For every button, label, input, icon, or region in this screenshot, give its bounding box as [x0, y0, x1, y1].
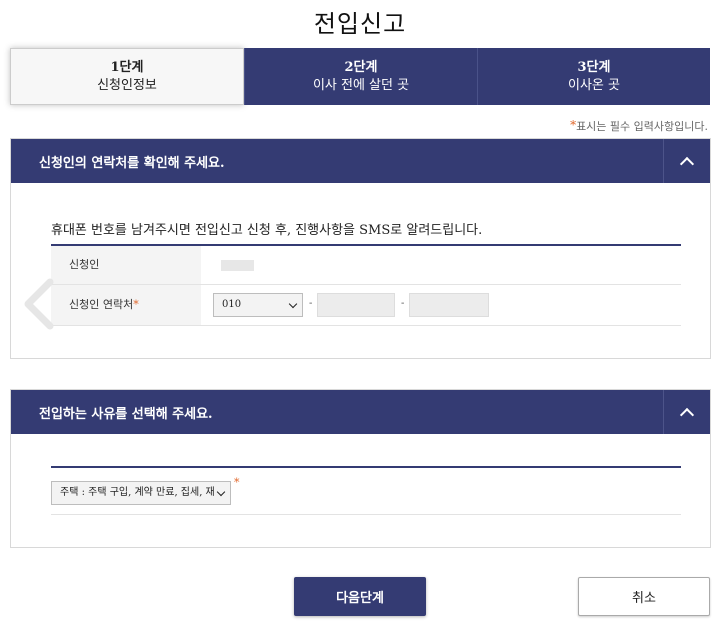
step-3[interactable]: 3단계 이사온 곳 [477, 48, 710, 105]
phone-prefix-select[interactable]: 010 [213, 293, 303, 317]
contact-row: 신청인 연락처* 010 - - [51, 285, 681, 326]
section-divider [51, 466, 681, 468]
row-divider [51, 514, 681, 515]
reason-panel: 전입하는 사유를 선택해 주세요. 주택 : 주택 구입, 계약 만료, 집세,… [10, 389, 711, 548]
step-3-label: 이사온 곳 [568, 77, 620, 93]
required-note-text: 표시는 필수 입력사항입니다. [576, 120, 708, 133]
phone-prefix-value: 010 [222, 299, 242, 310]
phone-middle-input[interactable] [317, 293, 395, 317]
contact-panel-title: 신청인의 연락처를 확인해 주세요. [39, 155, 225, 171]
phone-separator: - [401, 298, 405, 309]
step-1-number: 1단계 [110, 59, 144, 75]
reason-panel-title: 전입하는 사유를 선택해 주세요. [39, 406, 213, 422]
chevron-down-icon [288, 299, 298, 309]
required-star: * [234, 476, 240, 489]
back-arrow-icon[interactable] [20, 278, 60, 330]
required-star: * [133, 298, 139, 311]
collapse-toggle-button[interactable] [663, 139, 710, 183]
contact-label: 신청인 연락처* [51, 285, 201, 325]
page-title: 전입신고 [313, 10, 407, 38]
phone-last-input[interactable] [409, 293, 489, 317]
collapse-toggle-button[interactable] [663, 390, 710, 434]
chevron-up-icon [679, 407, 695, 422]
step-2-label: 이사 전에 살던 곳 [312, 77, 410, 93]
step-indicator: 1단계 신청인정보 2단계 이사 전에 살던 곳 3단계 이사온 곳 [10, 48, 710, 105]
step-1[interactable]: 1단계 신청인정보 [10, 48, 244, 105]
next-step-button[interactable]: 다음단계 [294, 577, 426, 616]
chevron-down-icon [216, 487, 226, 497]
step-2[interactable]: 2단계 이사 전에 살던 곳 [244, 48, 477, 105]
required-note: *표시는 필수 입력사항입니다. [570, 118, 708, 134]
contact-panel-header: 신청인의 연락처를 확인해 주세요. [11, 139, 710, 183]
cancel-button[interactable]: 취소 [578, 577, 710, 616]
sms-info-text: 휴대폰 번호를 남겨주시면 전입신고 신청 후, 진행사항을 SMS로 알려드립… [51, 223, 483, 238]
contact-panel: 신청인의 연락처를 확인해 주세요. 휴대폰 번호를 남겨주시면 전입신고 신청… [10, 138, 711, 359]
step-2-number: 2단계 [344, 59, 378, 75]
reason-panel-header: 전입하는 사유를 선택해 주세요. [11, 390, 710, 434]
contact-label-text: 신청인 연락처 [69, 298, 134, 311]
applicant-row: 신청인 [51, 246, 681, 285]
chevron-up-icon [679, 156, 695, 171]
move-reason-value: 주택 : 주택 구입, 계약 만료, 집세, 재 [60, 487, 215, 498]
move-reason-select[interactable]: 주택 : 주택 구입, 계약 만료, 집세, 재 [51, 481, 231, 505]
step-1-label: 신청인정보 [97, 77, 157, 93]
step-3-number: 3단계 [577, 59, 611, 75]
applicant-label: 신청인 [51, 246, 201, 284]
phone-separator: - [309, 298, 313, 309]
applicant-name-redacted [221, 260, 254, 271]
